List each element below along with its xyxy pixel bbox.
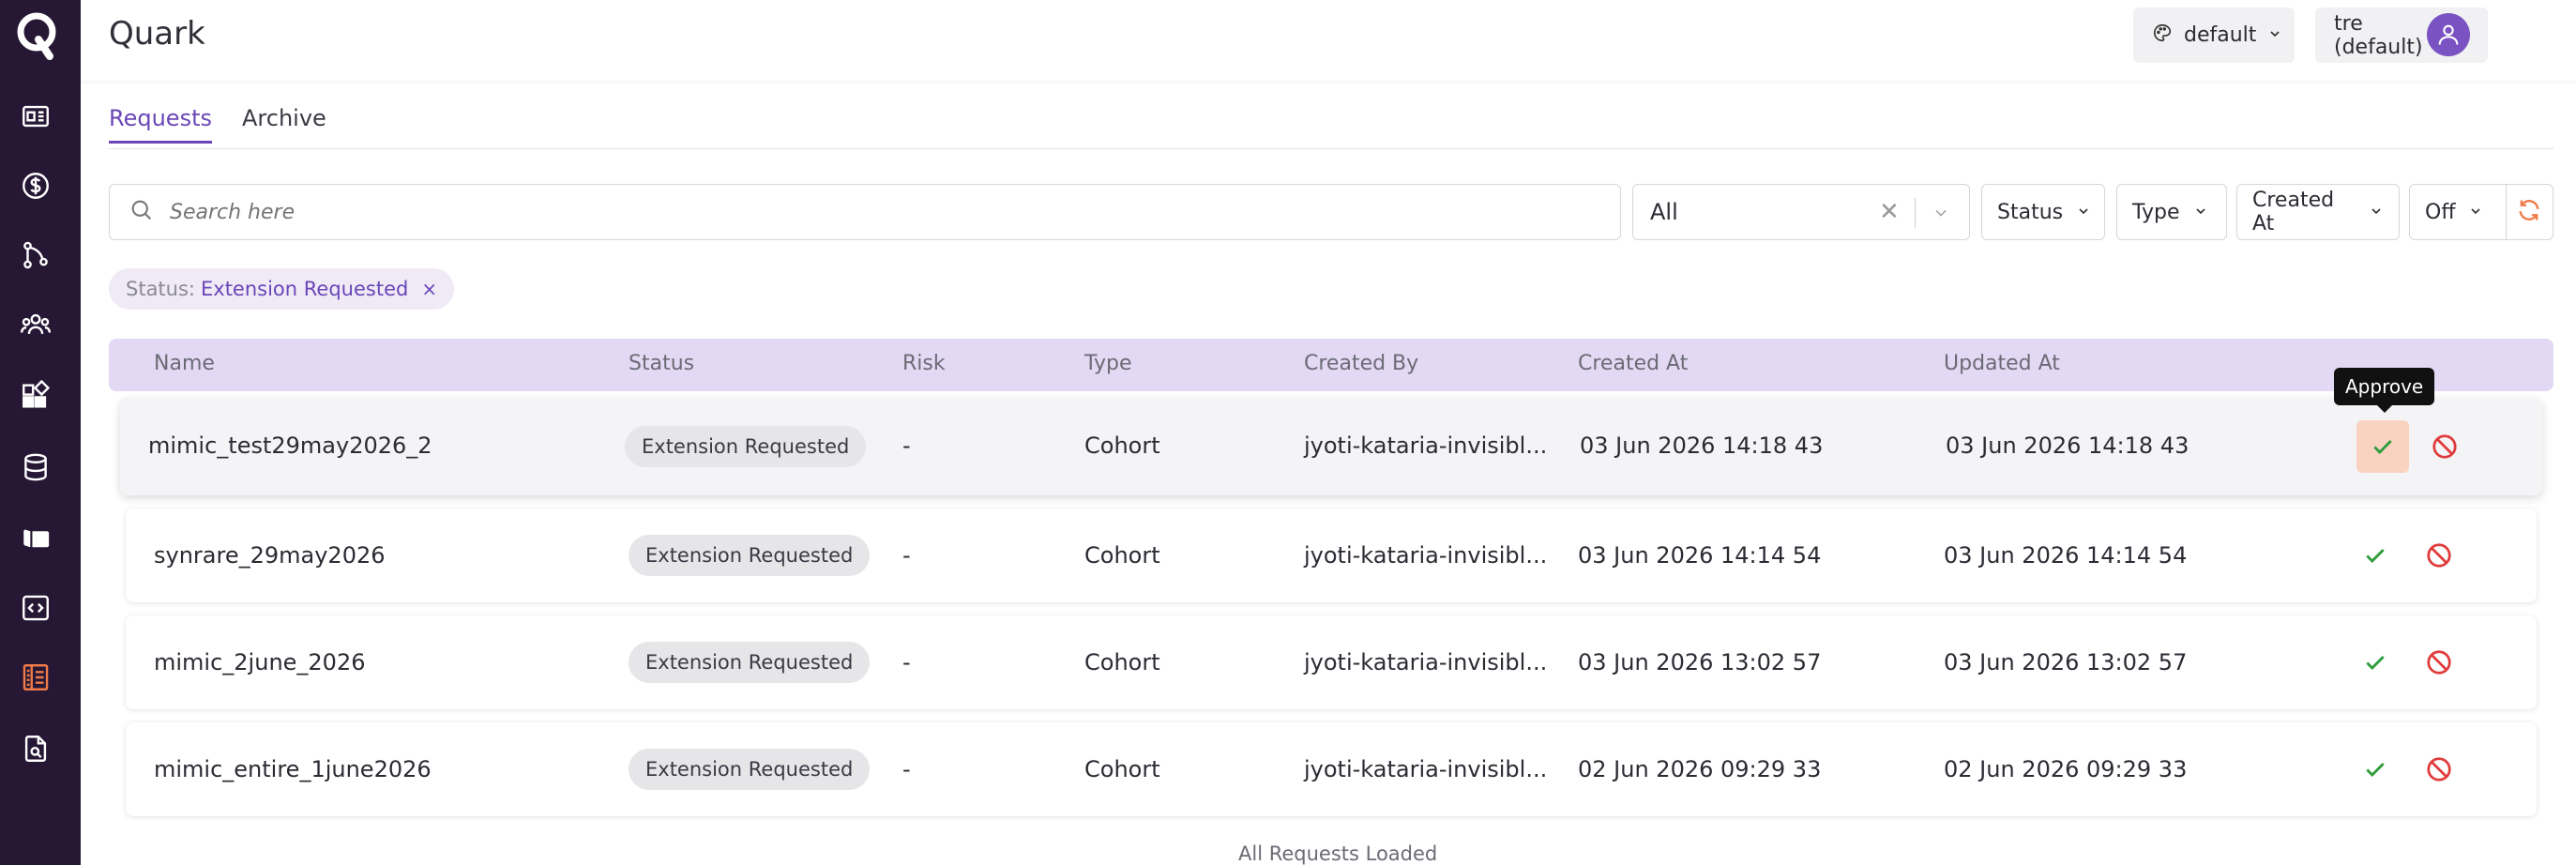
row-risk: - xyxy=(902,432,911,459)
status-badge: Extension Requested xyxy=(629,749,871,790)
table-row[interactable]: mimic_entire_1june2026 Extension Request… xyxy=(126,722,2537,816)
projects-icon[interactable] xyxy=(17,520,54,557)
type-filter-label: Type xyxy=(2132,200,2180,224)
filter-chip-value: Extension Requested xyxy=(201,278,409,300)
status-badge: Extension Requested xyxy=(625,426,867,467)
column-header-risk[interactable]: Risk xyxy=(902,352,946,375)
refresh-icon xyxy=(2516,197,2542,227)
table-row[interactable]: synrare_29may2026 Extension Requested - … xyxy=(126,508,2537,602)
refresh-button[interactable] xyxy=(2505,184,2553,240)
database-icon[interactable] xyxy=(17,448,54,486)
top-bar: Quark default tre (default) xyxy=(81,0,2576,81)
chevron-down-icon xyxy=(2369,201,2384,224)
row-name: synrare_29may2026 xyxy=(154,542,386,569)
search-icon xyxy=(129,197,155,227)
row-type: Cohort xyxy=(1084,756,1160,782)
row-created-at: 03 Jun 2026 13:02 57 xyxy=(1578,649,1822,675)
column-header-name[interactable]: Name xyxy=(154,352,215,375)
all-loaded-text: All Requests Loaded xyxy=(1238,842,1438,865)
quark-logo[interactable] xyxy=(13,9,60,62)
approve-button[interactable] xyxy=(2356,420,2409,473)
workflow-icon[interactable] xyxy=(17,236,54,274)
approve-button[interactable] xyxy=(2349,743,2402,796)
chevron-down-icon[interactable] xyxy=(1932,202,1950,228)
approve-button[interactable] xyxy=(2349,529,2402,582)
row-type: Cohort xyxy=(1084,542,1160,569)
tab-requests[interactable]: Requests xyxy=(109,105,212,144)
select-separator xyxy=(1915,198,1916,228)
row-type: Cohort xyxy=(1084,649,1160,675)
auto-refresh-select[interactable]: Off xyxy=(2409,184,2507,240)
column-header-type[interactable]: Type xyxy=(1084,352,1132,375)
row-updated-at: 03 Jun 2026 14:18 43 xyxy=(1946,432,2190,459)
row-risk: - xyxy=(902,649,911,675)
row-type: Cohort xyxy=(1084,432,1160,459)
reject-button[interactable] xyxy=(2426,428,2463,465)
users-icon[interactable] xyxy=(17,306,54,343)
scope-select-value: All xyxy=(1650,199,1678,225)
approve-tooltip: Approve xyxy=(2334,368,2435,413)
filter-chip-key: Status: xyxy=(126,278,195,300)
user-avatar[interactable] xyxy=(2427,13,2470,56)
remove-filter-icon[interactable]: × xyxy=(421,278,437,300)
chevron-down-icon xyxy=(2193,201,2208,224)
dashboard-icon[interactable] xyxy=(17,98,54,135)
tabs: Requests Archive xyxy=(109,105,326,144)
row-name: mimic_entire_1june2026 xyxy=(154,756,432,782)
auto-refresh-value: Off xyxy=(2425,200,2456,224)
tabs-divider xyxy=(109,148,2553,149)
search-box[interactable] xyxy=(109,184,1621,240)
type-filter-button[interactable]: Type xyxy=(2116,184,2227,240)
row-updated-at: 03 Jun 2026 14:14 54 xyxy=(1944,542,2188,569)
status-filter-button[interactable]: Status xyxy=(1981,184,2105,240)
row-name: mimic_2june_2026 xyxy=(154,649,366,675)
column-header-status[interactable]: Status xyxy=(629,352,694,375)
row-created-by: jyoti-kataria-invisibl... xyxy=(1304,756,1548,782)
scope-select[interactable]: All ✕ xyxy=(1632,184,1970,240)
billing-icon[interactable] xyxy=(17,167,54,205)
row-created-by: jyoti-kataria-invisibl... xyxy=(1304,542,1548,569)
row-risk: - xyxy=(902,756,911,782)
audit-icon[interactable] xyxy=(17,730,54,767)
status-filter-label: Status xyxy=(1997,200,2064,224)
theme-select[interactable]: default xyxy=(2133,8,2295,63)
row-name: mimic_test29may2026_2 xyxy=(148,432,432,459)
reject-button[interactable] xyxy=(2420,751,2458,788)
reject-button[interactable] xyxy=(2420,644,2458,681)
palette-icon xyxy=(2152,23,2173,49)
table-header: Name Status Risk Type Created By Created… xyxy=(109,339,2553,391)
row-updated-at: 02 Jun 2026 09:29 33 xyxy=(1944,756,2188,782)
reject-button[interactable] xyxy=(2420,537,2458,574)
table-row[interactable]: mimic_2june_2026 Extension Requested - C… xyxy=(126,615,2537,709)
search-input[interactable] xyxy=(170,200,1620,224)
column-header-created-by[interactable]: Created By xyxy=(1304,352,1418,375)
status-badge: Extension Requested xyxy=(629,642,871,683)
column-header-created-at[interactable]: Created At xyxy=(1578,352,1688,375)
column-header-updated-at[interactable]: Updated At xyxy=(1944,352,2060,375)
row-risk: - xyxy=(902,542,911,569)
requests-icon[interactable] xyxy=(17,659,54,696)
approve-button[interactable] xyxy=(2349,636,2402,689)
status-badge: Extension Requested xyxy=(629,535,871,576)
row-created-by: jyoti-kataria-invisibl... xyxy=(1304,432,1548,459)
chevron-down-icon xyxy=(2076,201,2091,224)
table-row[interactable]: mimic_test29may2026_2 Extension Requeste… xyxy=(120,398,2542,495)
created-at-filter-button[interactable]: Created At xyxy=(2236,184,2400,240)
clear-icon[interactable]: ✕ xyxy=(1879,198,1900,226)
theme-select-value: default xyxy=(2184,23,2257,47)
row-created-at: 02 Jun 2026 09:29 33 xyxy=(1578,756,1822,782)
row-updated-at: 03 Jun 2026 13:02 57 xyxy=(1944,649,2188,675)
page-title: Quark xyxy=(109,15,205,53)
row-created-at: 03 Jun 2026 14:18 43 xyxy=(1580,432,1824,459)
apps-icon[interactable] xyxy=(17,377,54,415)
chevron-down-icon xyxy=(2267,23,2282,47)
active-filter-chip: Status: Extension Requested × xyxy=(109,268,455,310)
created-at-filter-label: Created At xyxy=(2252,189,2335,235)
row-created-at: 03 Jun 2026 14:14 54 xyxy=(1578,542,1822,569)
chevron-down-icon xyxy=(2468,201,2483,224)
code-icon[interactable] xyxy=(17,589,54,627)
sidebar xyxy=(0,0,81,865)
tab-archive[interactable]: Archive xyxy=(242,105,326,144)
row-created-by: jyoti-kataria-invisibl... xyxy=(1304,649,1548,675)
